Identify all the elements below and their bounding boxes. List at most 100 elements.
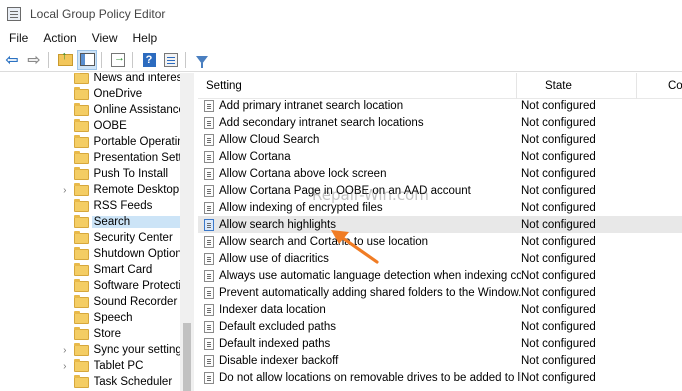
setting-name: Add primary intranet search location [219, 99, 404, 112]
column-header-comment[interactable]: Co [668, 80, 682, 92]
setting-row[interactable]: Allow Cortana Page in OOBE on an AAD acc… [198, 182, 682, 199]
policy-setting-icon [204, 252, 214, 265]
toolbar-separator [185, 51, 186, 68]
tree-item[interactable]: Store [0, 326, 182, 342]
tree-item[interactable]: Smart Card [0, 262, 182, 278]
menu-action[interactable]: Action [35, 31, 83, 45]
tree-item[interactable]: Security Center [0, 230, 182, 246]
setting-row[interactable]: Prevent automatically adding shared fold… [198, 284, 682, 301]
policy-setting-icon [204, 235, 214, 248]
folder-up-icon [57, 50, 73, 66]
filter-button[interactable] [192, 50, 212, 70]
setting-state: Not configured [521, 201, 596, 214]
tree-item[interactable]: OneDrive [0, 86, 182, 102]
tree-item[interactable]: Speech [0, 310, 182, 326]
tree-item[interactable]: › Remote Desktop S [0, 182, 182, 198]
properties-button[interactable] [161, 50, 181, 70]
setting-name: Add secondary intranet search locations [219, 116, 424, 129]
folder-icon [73, 182, 89, 196]
setting-row[interactable]: Allow search and Cortana to use location… [198, 233, 682, 250]
folder-icon [73, 262, 89, 276]
show-hide-console-tree-button[interactable] [77, 49, 97, 70]
tree-item[interactable]: RSS Feeds [0, 198, 182, 214]
setting-name: Allow Cortana above lock screen [219, 167, 387, 180]
toolbar-separator [101, 51, 102, 68]
column-header-state[interactable]: State [545, 80, 572, 92]
column-divider[interactable] [636, 73, 637, 99]
setting-row[interactable]: Add primary intranet search location Not … [198, 97, 682, 114]
column-header-setting[interactable]: Setting [206, 80, 242, 92]
setting-row[interactable]: Allow use of diacritics Not configured [198, 250, 682, 267]
export-list-icon [111, 52, 125, 67]
setting-state: Not configured [521, 150, 596, 163]
folder-icon [73, 278, 89, 292]
tree-item[interactable]: Presentation Settin [0, 150, 182, 166]
tree-item-search[interactable]: Search [0, 214, 182, 230]
tree-item[interactable]: › Sync your settings [0, 342, 182, 358]
setting-state: Not configured [521, 133, 596, 146]
setting-row[interactable]: Disable indexer backoff Not configured [198, 352, 682, 369]
title-bar: Local Group Policy Editor [0, 0, 682, 28]
setting-row[interactable]: Allow indexing of encrypted files Not con… [198, 199, 682, 216]
tree-item[interactable]: Push To Install [0, 166, 182, 182]
tree-item[interactable]: OOBE [0, 118, 182, 134]
folder-icon [73, 166, 89, 180]
folder-icon [73, 310, 89, 324]
export-list-button[interactable] [108, 50, 128, 70]
tree-item[interactable]: Task Scheduler [0, 374, 182, 390]
folder-icon [73, 198, 89, 212]
setting-state: Not configured [521, 99, 596, 112]
setting-name: Allow Cortana [219, 150, 291, 163]
tree-item-label: Online Assistance [93, 104, 182, 116]
help-button[interactable]: ? [139, 50, 159, 70]
folder-icon [73, 342, 89, 356]
up-one-level-button[interactable] [55, 50, 75, 70]
chevron-right-icon[interactable]: › [59, 361, 71, 372]
setting-state: Not configured [521, 235, 596, 248]
setting-row[interactable]: Allow Cortana above lock screen Not confi… [198, 165, 682, 182]
policy-setting-icon [204, 150, 214, 163]
folder-icon [73, 118, 89, 132]
tree-item[interactable]: › Tablet PC [0, 358, 182, 374]
tree-item[interactable]: News and interests [0, 73, 182, 86]
chevron-right-icon[interactable]: › [59, 345, 71, 356]
tree-item-label: Smart Card [93, 264, 153, 276]
watermark: Repair-Win.com [312, 186, 429, 204]
tree-item-label: Task Scheduler [93, 376, 173, 388]
setting-row[interactable]: Default indexed paths Not configured [198, 335, 682, 352]
setting-state: Not configured [521, 371, 596, 384]
back-button[interactable]: ⇦ [2, 50, 22, 70]
setting-row-allow-search-highlights[interactable]: Allow search highlights Not configured [198, 216, 682, 233]
setting-name: Prevent automatically adding shared fold… [219, 286, 521, 299]
folder-icon [73, 358, 89, 372]
tree-item[interactable]: Portable Operating [0, 134, 182, 150]
tree-item-label: Portable Operating [93, 136, 182, 148]
policy-setting-icon [204, 354, 214, 367]
forward-button[interactable]: ⇨ [24, 50, 44, 70]
setting-row[interactable]: Always use automatic language detection … [198, 267, 682, 284]
setting-row[interactable]: Default excluded paths Not configured [198, 318, 682, 335]
setting-row[interactable]: Allow Cloud Search Not configured [198, 131, 682, 148]
tree-item[interactable]: Software Protectio [0, 278, 182, 294]
tree-item[interactable]: Sound Recorder [0, 294, 182, 310]
tree-item[interactable]: Shutdown Options [0, 246, 182, 262]
tree-scrollbar-thumb[interactable] [183, 323, 191, 391]
tree-scrollbar[interactable] [180, 73, 194, 391]
policy-editor-app-icon [7, 7, 21, 21]
menu-file[interactable]: File [0, 31, 35, 45]
chevron-right-icon[interactable]: › [59, 185, 71, 196]
setting-row[interactable]: Do not allow locations on removable driv… [198, 369, 682, 386]
window-title: Local Group Policy Editor [30, 7, 166, 21]
column-divider[interactable] [516, 73, 517, 99]
setting-row[interactable]: Add secondary intranet search locations N… [198, 114, 682, 131]
menu-help[interactable]: Help [125, 31, 165, 45]
tree-item[interactable]: Online Assistance [0, 102, 182, 118]
help-icon: ? [142, 52, 156, 67]
folder-icon [73, 326, 89, 340]
menu-view[interactable]: View [84, 31, 125, 45]
policy-setting-icon [204, 201, 214, 214]
folder-icon [73, 214, 89, 228]
setting-row[interactable]: Allow Cortana Not configured [198, 148, 682, 165]
console-tree: News and interests OneDrive Online Assis… [0, 73, 194, 391]
setting-row[interactable]: Indexer data location Not configured [198, 301, 682, 318]
